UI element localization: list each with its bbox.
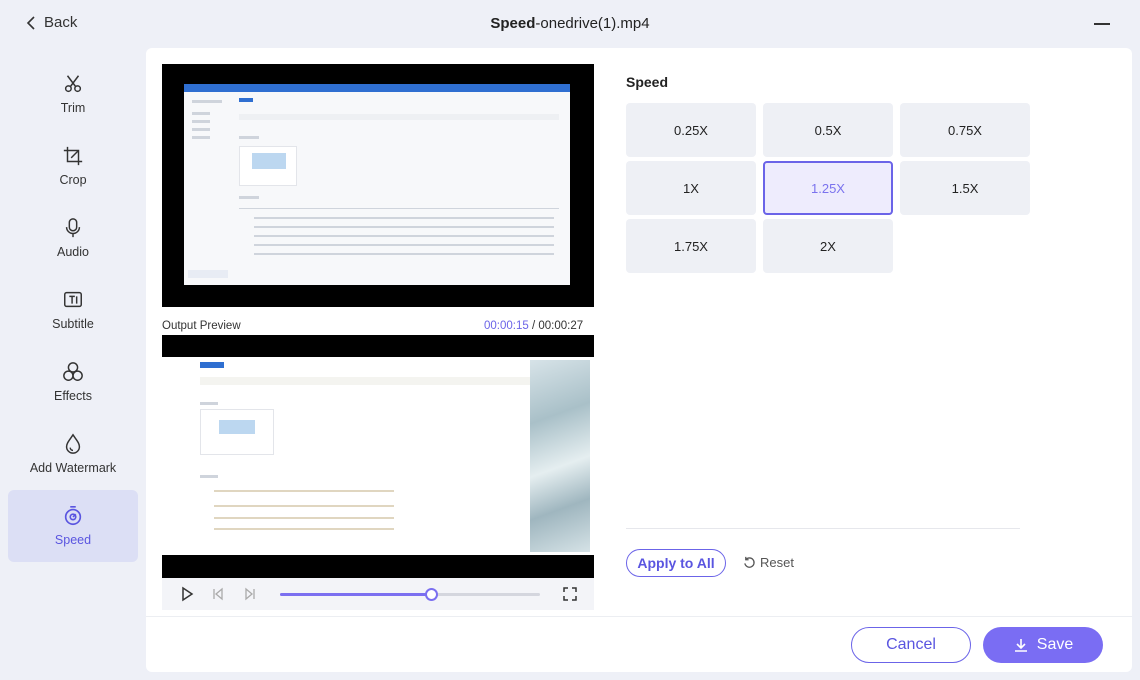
title-bar: Back Speed-onedrive(1).mp4 bbox=[0, 0, 1140, 48]
sidebar-item-label: Speed bbox=[54, 533, 92, 547]
minimize-button[interactable] bbox=[1094, 23, 1110, 25]
speed-option-1-75x[interactable]: 1.75X bbox=[626, 219, 756, 273]
speed-option-1-5x[interactable]: 1.5X bbox=[900, 161, 1030, 215]
original-video-preview bbox=[162, 64, 594, 307]
next-frame-icon[interactable] bbox=[242, 586, 258, 602]
save-button[interactable]: Save bbox=[983, 627, 1103, 663]
play-icon[interactable] bbox=[179, 586, 195, 602]
window-title: Speed-onedrive(1).mp4 bbox=[490, 15, 650, 32]
progress-thumb[interactable] bbox=[424, 588, 438, 601]
output-video-preview bbox=[162, 335, 594, 578]
speed-option-1-25x[interactable]: 1.25X bbox=[763, 161, 893, 215]
reset-label: Reset bbox=[760, 555, 794, 570]
sidebar-item-label: Effects bbox=[54, 389, 92, 403]
previous-frame-icon[interactable] bbox=[210, 586, 226, 602]
video-frame bbox=[184, 84, 570, 285]
output-video-frame bbox=[162, 357, 594, 555]
reset-icon bbox=[744, 556, 755, 568]
sidebar-item-label: Trim bbox=[60, 101, 86, 115]
watermark-icon bbox=[65, 433, 81, 454]
progress-slider[interactable] bbox=[280, 588, 540, 601]
sidebar-item-crop[interactable]: Crop bbox=[8, 130, 138, 202]
fullscreen-icon[interactable] bbox=[562, 586, 578, 602]
cancel-button[interactable]: Cancel bbox=[851, 627, 971, 663]
background-image bbox=[530, 360, 590, 552]
footer-divider bbox=[146, 616, 1132, 617]
download-icon bbox=[1014, 639, 1027, 652]
crop-icon bbox=[63, 146, 83, 166]
main-panel: Output Preview 00:00:15 / 00:00:27 Speed… bbox=[146, 48, 1132, 672]
sidebar-item-audio[interactable]: Audio bbox=[8, 202, 138, 274]
speed-option-0-75x[interactable]: 0.75X bbox=[900, 103, 1030, 157]
progress-fill bbox=[280, 593, 431, 596]
speed-option-0-25x[interactable]: 0.25X bbox=[626, 103, 756, 157]
speed-icon bbox=[64, 506, 82, 526]
sidebar-item-label: Subtitle bbox=[52, 317, 94, 331]
output-preview-label: Output Preview bbox=[162, 320, 241, 332]
reset-button[interactable]: Reset bbox=[743, 555, 794, 570]
scissors-icon bbox=[64, 75, 82, 93]
speed-options: 0.25X 0.5X 0.75X 1X 1.25X 1.5X 1.75X 2X bbox=[626, 103, 1030, 273]
speed-option-1x[interactable]: 1X bbox=[626, 161, 756, 215]
sidebar: Trim Crop Audio Subtitle Effects Add Wat… bbox=[8, 58, 138, 562]
sidebar-item-label: Audio bbox=[57, 245, 89, 259]
subtitle-icon bbox=[64, 291, 82, 308]
speed-option-0-5x[interactable]: 0.5X bbox=[763, 103, 893, 157]
speed-option-2x[interactable]: 2X bbox=[763, 219, 893, 273]
sidebar-item-add-watermark[interactable]: Add Watermark bbox=[8, 418, 138, 490]
divider bbox=[626, 528, 1020, 529]
sidebar-item-speed[interactable]: Speed bbox=[8, 490, 138, 562]
sidebar-item-label: Add Watermark bbox=[29, 461, 117, 475]
sidebar-item-subtitle[interactable]: Subtitle bbox=[8, 274, 138, 346]
apply-to-all-button[interactable]: Apply to All bbox=[626, 549, 726, 577]
speed-heading: Speed bbox=[626, 74, 669, 90]
effects-icon bbox=[63, 362, 83, 381]
sidebar-item-effects[interactable]: Effects bbox=[8, 346, 138, 418]
timecode: 00:00:15 / 00:00:27 bbox=[484, 320, 584, 332]
sidebar-item-label: Crop bbox=[59, 173, 87, 187]
playback-controls bbox=[162, 578, 594, 610]
sidebar-item-trim[interactable]: Trim bbox=[8, 58, 138, 130]
microphone-icon bbox=[65, 218, 81, 238]
save-label: Save bbox=[1036, 636, 1074, 653]
